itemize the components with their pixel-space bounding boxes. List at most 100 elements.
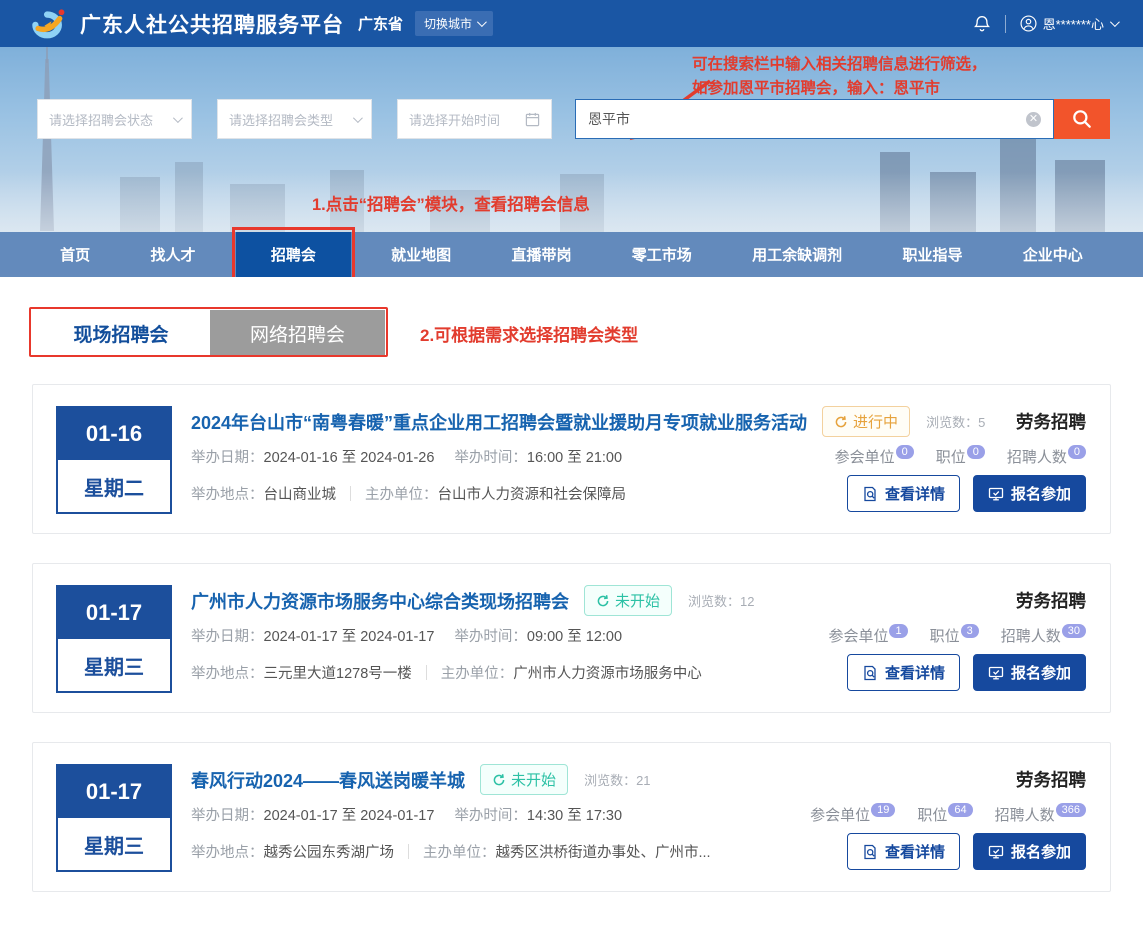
site-logo-icon: [26, 6, 70, 42]
view-count: 浏览数：5: [926, 412, 985, 431]
stat-positions: 职位64: [917, 803, 972, 825]
status-badge: 未开始: [480, 764, 568, 795]
nav-item-live-jobs[interactable]: 直播带岗: [491, 232, 591, 277]
time-label: 举办时间：: [454, 446, 527, 467]
signup-button[interactable]: 报名参加: [973, 475, 1086, 512]
organizer-label: 主办单位：: [365, 483, 438, 504]
date-range: 2024-01-17 至 2024-01-17: [264, 625, 435, 646]
annotation-step1: 1.点击“招聘会”模块，查看招聘会信息: [312, 191, 590, 215]
clear-search-icon[interactable]: ✕: [1026, 112, 1041, 127]
fair-weekday: 星期三: [58, 639, 170, 691]
fair-date-block: 01-17 星期三: [56, 764, 172, 872]
stat-units: 参会单位19: [810, 803, 895, 825]
fair-type-tabs: 2.可根据需求选择招聘会类型 现场招聘会 网络招聘会: [32, 310, 1143, 356]
stat-positions-badge: 3: [961, 624, 979, 638]
stat-headcount: 招聘人数0: [1007, 445, 1086, 467]
stat-units-badge: 0: [896, 445, 914, 459]
fair-list: 01-16 星期二 2024年台山市“南粤春暖”重点企业用工招聘会暨就业援助月专…: [32, 384, 1111, 892]
start-date-picker[interactable]: 请选择开始时间: [397, 99, 552, 139]
stat-headcount: 招聘人数366: [995, 803, 1086, 825]
signup-button[interactable]: 报名参加: [973, 833, 1086, 870]
fair-place: 台山商业城: [264, 483, 337, 504]
user-menu[interactable]: 恩*******心: [1020, 14, 1117, 33]
fair-title-link[interactable]: 广州市人力资源市场服务中心综合类现场招聘会: [191, 588, 569, 614]
nav-item-label: 招聘会: [271, 244, 316, 265]
view-details-button[interactable]: 查看详情: [847, 654, 960, 691]
fair-stats: 参会单位1 职位3 招聘人数30: [828, 624, 1086, 646]
tab-onsite[interactable]: 现场招聘会: [32, 310, 210, 356]
status-text: 未开始: [615, 590, 660, 611]
fair-title-link[interactable]: 春风行动2024——春风送岗暖羊城: [191, 767, 465, 793]
fair-card: 01-17 星期三 广州市人力资源市场服务中心综合类现场招聘会 未开始 浏览数：…: [32, 563, 1111, 713]
chevron-down-icon: [173, 113, 183, 123]
document-search-icon: [862, 486, 878, 502]
nav-item-labor-adjustment[interactable]: 用工余缺调剂: [732, 232, 862, 277]
view-details-button[interactable]: 查看详情: [847, 475, 960, 512]
nav-item-label: 直播带岗: [511, 244, 571, 265]
avatar-icon: [1020, 15, 1037, 32]
fair-date: 01-17: [58, 766, 170, 818]
search-input[interactable]: [588, 111, 1026, 127]
nav-item-job-fair[interactable]: 招聘会: [236, 232, 351, 277]
nav-item-label: 企业中心: [1023, 244, 1083, 265]
view-count: 浏览数：12: [688, 591, 754, 610]
stat-positions-badge: 0: [967, 445, 985, 459]
nav-item-label: 找人才: [150, 244, 195, 265]
nav-item-employment-map[interactable]: 就业地图: [371, 232, 471, 277]
document-search-icon: [862, 844, 878, 860]
hero-banner: 可在搜索栏中输入相关招聘信息进行筛选， 如参加恩平市招聘会，输入：恩平市 请选择…: [0, 47, 1143, 277]
site-title: 广东人社公共招聘服务平台: [80, 9, 344, 39]
status-text: 进行中: [853, 411, 898, 432]
fair-card: 01-17 星期三 春风行动2024——春风送岗暖羊城 未开始 浏览数：21 劳…: [32, 742, 1111, 892]
fair-title-link[interactable]: 2024年台山市“南粤春暖”重点企业用工招聘会暨就业援助月专项就业服务活动: [191, 409, 807, 435]
date-label: 举办日期：: [191, 446, 264, 467]
fair-organizer: 越秀区洪桥街道办事处、广州市...: [496, 841, 711, 862]
status-badge: 未开始: [584, 585, 672, 616]
nav-item-find-talent[interactable]: 找人才: [130, 232, 215, 277]
stat-units: 参会单位1: [828, 624, 907, 646]
view-details-button[interactable]: 查看详情: [847, 833, 960, 870]
status-badge: 进行中: [822, 406, 910, 437]
date-range: 2024-01-17 至 2024-01-17: [264, 804, 435, 825]
time-range: 09:00 至 12:00: [527, 625, 622, 646]
fair-place: 越秀公园东秀湖广场: [264, 841, 395, 862]
fair-status-select[interactable]: 请选择招聘会状态: [37, 99, 192, 139]
stat-headcount: 招聘人数30: [1001, 624, 1086, 646]
annotation-search-tip: 可在搜索栏中输入相关招聘信息进行筛选， 如参加恩平市招聘会，输入：恩平市: [692, 53, 987, 101]
fair-stats: 参会单位0 职位0 招聘人数0: [835, 445, 1086, 467]
calendar-icon: [525, 112, 540, 127]
annotation-step2: 2.可根据需求选择招聘会类型: [420, 321, 638, 346]
view-count: 浏览数：21: [584, 770, 650, 789]
status-refresh-icon: [834, 415, 848, 429]
fair-stats: 参会单位19 职位64 招聘人数366: [810, 803, 1086, 825]
fair-category: 劳务招聘: [1016, 588, 1086, 613]
fair-date-block: 01-17 星期三: [56, 585, 172, 693]
nav-item-gig-market[interactable]: 零工市场: [612, 232, 712, 277]
fair-type-select[interactable]: 请选择招聘会类型: [217, 99, 372, 139]
stat-positions-badge: 64: [948, 803, 972, 817]
top-header: 广东人社公共招聘服务平台 广东省 切换城市 恩*******心: [0, 0, 1143, 47]
signup-button[interactable]: 报名参加: [973, 654, 1086, 691]
fair-weekday: 星期三: [58, 818, 170, 870]
switch-city-button[interactable]: 切换城市: [415, 11, 493, 36]
nav-item-enterprise-center[interactable]: 企业中心: [1003, 232, 1103, 277]
search-input-wrap: ✕: [575, 99, 1054, 139]
search-button[interactable]: [1054, 99, 1110, 139]
nav-item-label: 就业地图: [391, 244, 451, 265]
nav-item-career-guidance[interactable]: 职业指导: [882, 232, 982, 277]
time-range: 14:30 至 17:30: [527, 804, 622, 825]
tab-label: 现场招聘会: [73, 320, 168, 347]
date-range: 2024-01-16 至 2024-01-26: [264, 446, 435, 467]
nav-item-home[interactable]: 首页: [40, 232, 110, 277]
region-label: 广东省: [358, 13, 403, 34]
monitor-check-icon: [988, 665, 1004, 681]
tab-online[interactable]: 网络招聘会: [210, 310, 385, 356]
stat-positions: 职位0: [936, 445, 985, 467]
status-refresh-icon: [596, 594, 610, 608]
place-label: 举办地点：: [191, 662, 264, 683]
vertical-divider: [408, 844, 409, 859]
bell-icon[interactable]: [973, 15, 991, 33]
stat-units-badge: 1: [889, 624, 907, 638]
fair-date: 01-17: [58, 587, 170, 639]
tab-label: 网络招聘会: [250, 320, 345, 347]
